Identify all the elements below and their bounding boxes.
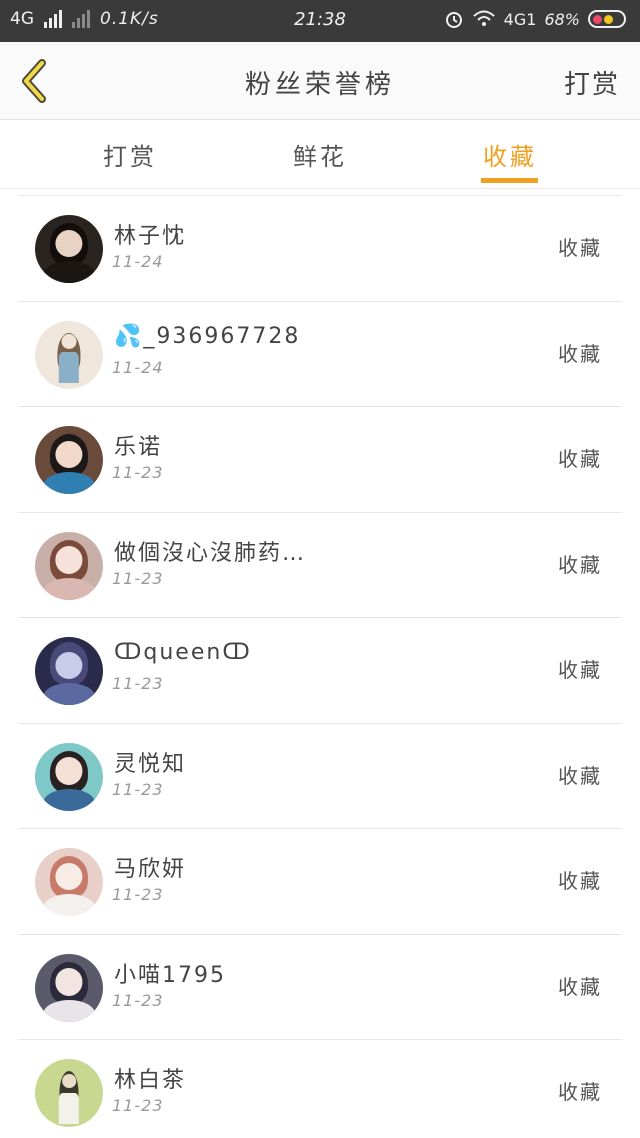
avatar <box>35 320 103 389</box>
favorite-label: 收藏 <box>558 1080 602 1104</box>
favorite-date: 11-23 <box>112 779 164 799</box>
list-item[interactable]: ↀqueenↀ 11-23 收藏 <box>18 618 622 724</box>
user-name: 小喵1795 <box>114 962 226 988</box>
wifi-icon <box>473 10 495 26</box>
favorite-date: 11-23 <box>112 885 164 904</box>
favorite-label: 收藏 <box>558 869 602 893</box>
favorite-label: 收藏 <box>558 763 602 788</box>
list-item[interactable]: 林白茶 11-23 收藏 <box>18 1040 622 1138</box>
favorite-label: 收藏 <box>558 658 602 682</box>
list-item[interactable]: 马欣妍 11-23 收藏 <box>18 829 622 935</box>
reward-button[interactable]: 打赏 <box>564 64 620 101</box>
alarm-icon <box>445 12 462 28</box>
avatar <box>35 531 103 600</box>
nav-bar: 粉丝荣誉榜 打赏 <box>0 42 640 120</box>
favorite-date: 11-23 <box>112 568 164 588</box>
tab-reward[interactable]: 打赏 <box>50 137 210 172</box>
user-name: 马欣妍 <box>114 857 187 882</box>
favorite-label: 收藏 <box>558 447 602 471</box>
avatar <box>35 953 103 1022</box>
favorite-label: 收藏 <box>558 341 602 366</box>
favorite-date: 11-23 <box>112 463 164 482</box>
user-name: 做個沒心沒肺药… <box>114 540 307 566</box>
status-bar: 4G 0.1K/s 21:38 4G1 68% <box>0 0 640 42</box>
user-name: 灵悦知 <box>114 751 187 777</box>
avatar <box>35 215 103 283</box>
list-item[interactable]: 💦_936967728 11-24 收藏 <box>18 302 622 407</box>
avatar <box>35 848 103 916</box>
active-tab-indicator <box>481 178 538 183</box>
favorite-date: 11-23 <box>112 990 164 1010</box>
favorite-label: 收藏 <box>558 236 602 260</box>
network-right-label: 4G1 <box>503 9 537 29</box>
favorite-date: 11-24 <box>112 357 164 377</box>
tab-bar: 打赏 鲜花 收藏 <box>0 121 640 189</box>
avatar <box>35 742 103 811</box>
avatar <box>35 1059 103 1127</box>
favorite-label: 收藏 <box>558 974 602 999</box>
list-item[interactable]: 灵悦知 11-23 收藏 <box>18 724 622 829</box>
list-item[interactable]: 林子忱 11-24 收藏 <box>18 196 622 302</box>
list-item[interactable]: 小喵1795 11-23 收藏 <box>18 935 622 1040</box>
user-name: ↀqueenↀ <box>114 640 252 665</box>
battery-icon <box>588 10 626 28</box>
page-title: 粉丝荣誉榜 <box>244 70 395 100</box>
user-name: 林子忱 <box>114 224 187 249</box>
tab-flowers[interactable]: 鲜花 <box>240 137 400 172</box>
favorite-date: 11-24 <box>112 252 164 271</box>
fan-list: 林子忱 11-24 收藏 💦_936967728 11-24 收藏 乐诺 11-… <box>18 195 622 1138</box>
avatar <box>35 426 103 494</box>
user-name: 乐诺 <box>114 435 163 460</box>
favorite-date: 11-23 <box>112 674 164 693</box>
avatar <box>35 637 103 705</box>
list-item[interactable]: 做個沒心沒肺药… 11-23 收藏 <box>18 513 622 618</box>
user-name: 💦_936967728 <box>114 323 301 349</box>
status-right: 4G1 68% <box>444 9 626 29</box>
favorite-date: 11-23 <box>112 1096 164 1115</box>
list-item[interactable]: 乐诺 11-23 收藏 <box>18 407 622 513</box>
tab-favorites[interactable]: 收藏 <box>430 137 590 172</box>
battery-percent: 68% <box>544 9 580 29</box>
favorite-label: 收藏 <box>558 552 602 577</box>
user-name: 林白茶 <box>114 1068 187 1093</box>
